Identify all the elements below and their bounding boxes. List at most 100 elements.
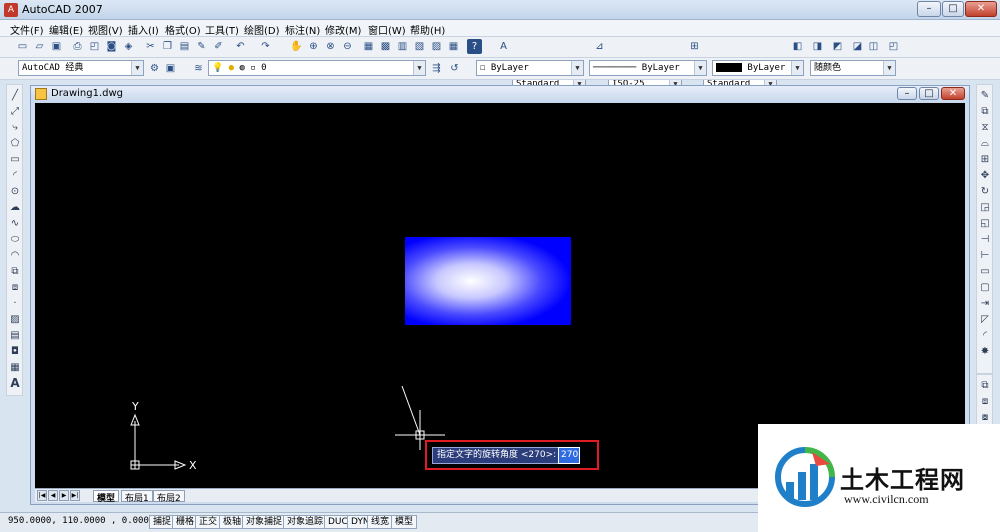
polygon-icon[interactable]: ⬠	[8, 136, 22, 150]
workspace-icon-6[interactable]: ◰	[886, 39, 901, 54]
multiline-text-icon[interactable]: A	[8, 376, 22, 390]
layer-select[interactable]: 💡 ● ◍ ▫ 0 ▼	[208, 60, 426, 76]
line-icon[interactable]: ╱	[8, 88, 22, 102]
menu-tools[interactable]: 工具(T)	[205, 22, 239, 37]
print-icon[interactable]: ⎙	[70, 39, 85, 54]
markup-icon[interactable]: ▨	[429, 39, 444, 54]
preview-icon[interactable]: ◰	[87, 39, 102, 54]
workspace-icon-2[interactable]: ◨	[810, 39, 825, 54]
last-tab-icon[interactable]: ▶|	[70, 490, 80, 501]
osnap-toggle[interactable]: 对象捕捉	[242, 515, 287, 529]
fillet-icon[interactable]: ◜	[978, 328, 992, 342]
copy-icon[interactable]: ❐	[160, 39, 175, 54]
offset-icon[interactable]: ⌓	[978, 136, 992, 150]
rotate-icon[interactable]: ↻	[978, 184, 992, 198]
extend-icon[interactable]: ⊢	[978, 248, 992, 262]
scale-icon[interactable]: ◲	[978, 200, 992, 214]
menu-edit[interactable]: 编辑(E)	[49, 22, 83, 37]
construction-line-icon[interactable]: ⤢	[8, 104, 22, 118]
arc-icon[interactable]: ◜	[8, 168, 22, 182]
prev-tab-icon[interactable]: ◀	[48, 490, 58, 501]
ellipse-arc-icon[interactable]: ◠	[8, 248, 22, 262]
trim-icon[interactable]: ⊣	[978, 232, 992, 246]
workspace-icon-3[interactable]: ◩	[830, 39, 845, 54]
cut-icon[interactable]: ✂	[143, 39, 158, 54]
workspace-icon-4[interactable]: ◪	[850, 39, 865, 54]
table-icon[interactable]: ▦	[8, 360, 22, 374]
workspace-icon-5[interactable]: ◫	[866, 39, 881, 54]
minimize-button[interactable]: –	[917, 1, 941, 17]
zoom-previous-icon[interactable]: ⊖	[340, 39, 355, 54]
properties-icon[interactable]: ▦	[361, 39, 376, 54]
make-block-icon[interactable]: ⧈	[8, 280, 22, 294]
undo-icon[interactable]: ↶	[233, 39, 248, 54]
layer-manager-icon[interactable]: ≋	[191, 61, 206, 76]
join-icon[interactable]: ⇥	[978, 296, 992, 310]
bring-above-icon[interactable]: ⧇	[978, 410, 992, 424]
help-icon[interactable]: ?	[467, 39, 482, 54]
explode-icon[interactable]: ✸	[978, 344, 992, 358]
layer-previous-icon[interactable]: ↺	[447, 61, 462, 76]
copy-object-icon[interactable]: ⧉	[978, 104, 992, 118]
menu-window[interactable]: 窗口(W)	[368, 22, 406, 37]
menu-format[interactable]: 格式(O)	[165, 22, 201, 37]
polyline-icon[interactable]: ⤷	[8, 120, 22, 134]
model-space-toggle[interactable]: 模型	[391, 515, 418, 529]
erase-icon[interactable]: ✎	[978, 88, 992, 102]
send-to-back-icon[interactable]: ⧈	[978, 394, 992, 408]
zoom-window-icon[interactable]: ⊗	[323, 39, 338, 54]
save-icon[interactable]: ▣	[49, 39, 64, 54]
next-tab-icon[interactable]: ▶	[59, 490, 69, 501]
doc-minimize-button[interactable]: –	[897, 87, 917, 100]
workspace-save-icon[interactable]: ▣	[163, 61, 178, 76]
region-icon[interactable]: ◘	[8, 344, 22, 358]
move-icon[interactable]: ✥	[978, 168, 992, 182]
new-icon[interactable]: ▭	[15, 39, 30, 54]
tab-layout2[interactable]: 布局2	[153, 490, 185, 504]
spline-icon[interactable]: ∿	[8, 216, 22, 230]
tab-layout1[interactable]: 布局1	[121, 490, 153, 504]
circle-icon[interactable]: ⊙	[8, 184, 22, 198]
gradient-icon[interactable]: ▤	[8, 328, 22, 342]
menu-modify[interactable]: 修改(M)	[325, 22, 361, 37]
mirror-icon[interactable]: ⧖	[978, 120, 992, 134]
chamfer-icon[interactable]: ◸	[978, 312, 992, 326]
make-layer-current-icon[interactable]: ⇶	[429, 61, 444, 76]
bring-to-front-icon[interactable]: ⧉	[978, 378, 992, 392]
publish-icon[interactable]: ◙	[104, 39, 119, 54]
workspace-settings-icon[interactable]: ⚙	[147, 61, 162, 76]
maximize-button[interactable]: □	[942, 1, 964, 17]
rectangle-icon[interactable]: ▭	[8, 152, 22, 166]
array-icon[interactable]: ⊞	[978, 152, 992, 166]
menu-insert[interactable]: 插入(I)	[128, 22, 159, 37]
revision-cloud-icon[interactable]: ☁	[8, 200, 22, 214]
menu-view[interactable]: 视图(V)	[88, 22, 123, 37]
plot-style-select[interactable]: 随颜色 ▼	[810, 60, 896, 76]
point-icon[interactable]: ·	[8, 296, 22, 310]
doc-maximize-button[interactable]: □	[919, 87, 939, 100]
menu-file[interactable]: 文件(F)	[10, 22, 44, 37]
plot-icon[interactable]: ◈	[121, 39, 136, 54]
break-at-point-icon[interactable]: ▭	[978, 264, 992, 278]
sheet-set-icon[interactable]: ▧	[412, 39, 427, 54]
calculator-icon[interactable]: ▦	[446, 39, 461, 54]
insert-block-icon[interactable]: ⧉	[8, 264, 22, 278]
match-prop-icon[interactable]: ✎	[194, 39, 209, 54]
tool-palettes-icon[interactable]: ▥	[395, 39, 410, 54]
redo-icon[interactable]: ↷	[258, 39, 273, 54]
pan-icon[interactable]: ✋	[289, 39, 304, 54]
first-tab-icon[interactable]: |◀	[37, 490, 47, 501]
linetype-select[interactable]: ──────── ByLayer ▼	[589, 60, 707, 76]
break-icon[interactable]: ▢	[978, 280, 992, 294]
ellipse-icon[interactable]: ⬭	[8, 232, 22, 246]
open-icon[interactable]: ▱	[32, 39, 47, 54]
menu-draw[interactable]: 绘图(D)	[244, 22, 280, 37]
menu-help[interactable]: 帮助(H)	[410, 22, 445, 37]
color-select[interactable]: ☐ ByLayer ▼	[476, 60, 584, 76]
ortho-toggle[interactable]: 正交	[195, 515, 222, 529]
hatch-icon[interactable]: ▨	[8, 312, 22, 326]
menu-dimension[interactable]: 标注(N)	[285, 22, 320, 37]
otrack-toggle[interactable]: 对象追踪	[283, 515, 328, 529]
paste-icon[interactable]: ▤	[177, 39, 192, 54]
stretch-icon[interactable]: ◱	[978, 216, 992, 230]
